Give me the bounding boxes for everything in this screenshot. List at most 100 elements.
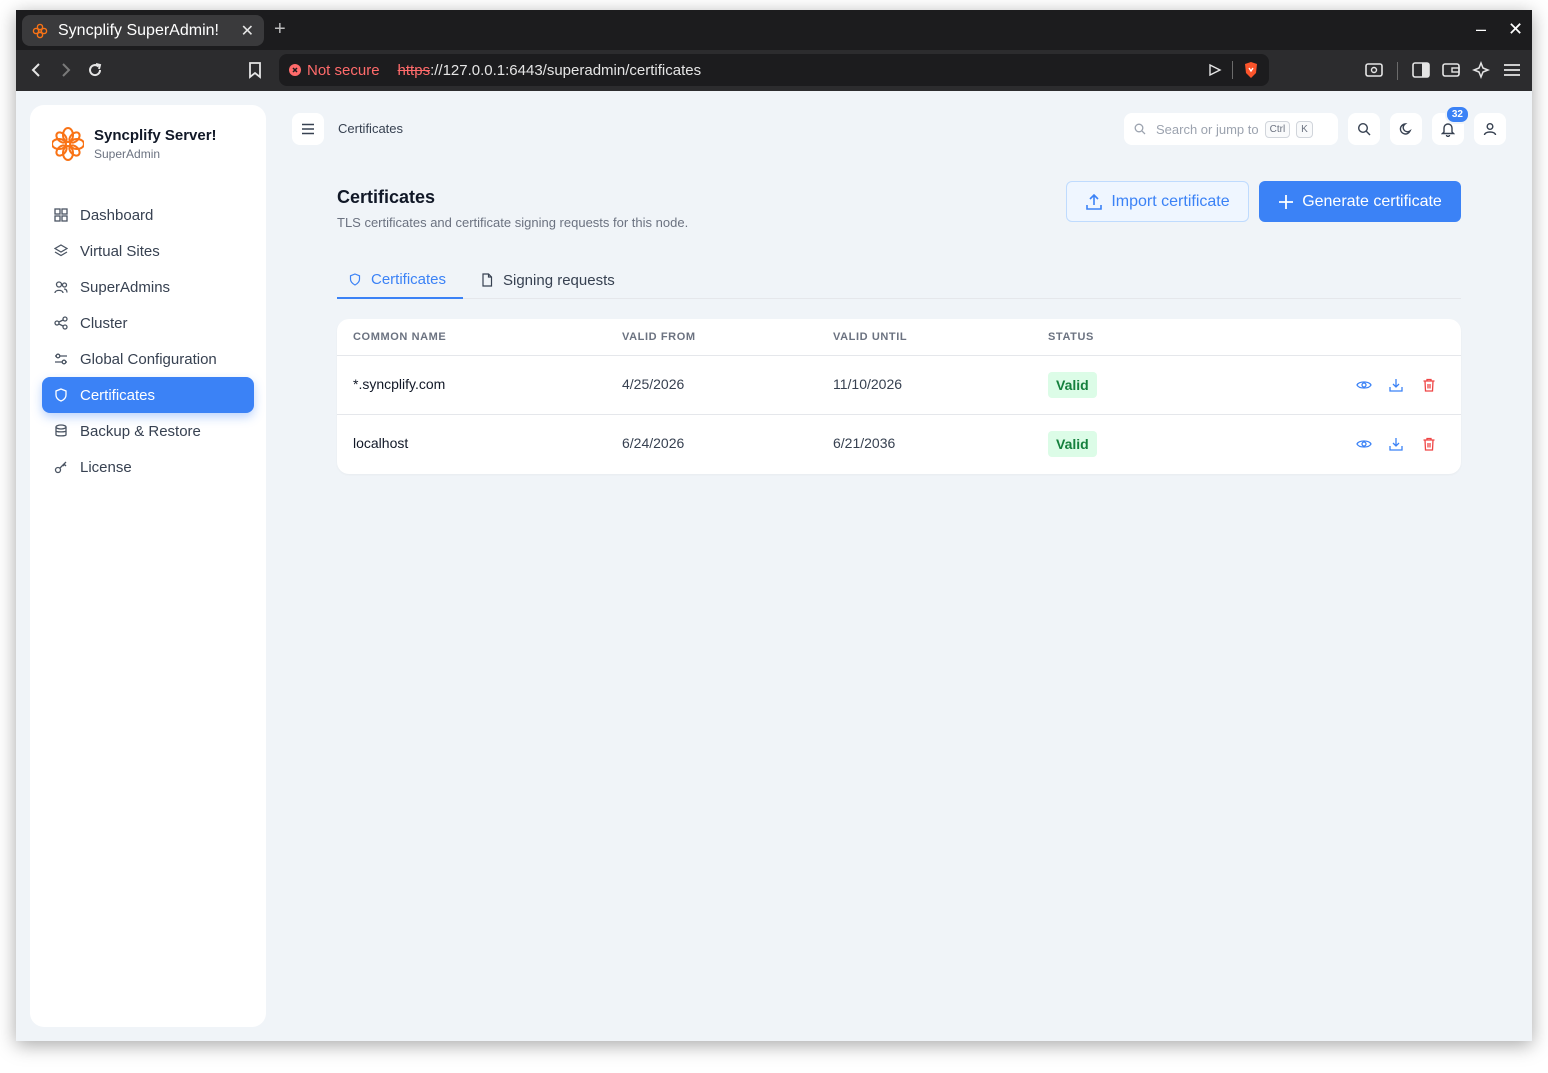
column-header-valid-from: VALID FROM	[622, 331, 696, 343]
reload-icon[interactable]	[84, 59, 106, 81]
tab-certificates[interactable]: Certificates	[337, 261, 463, 299]
menu-icon[interactable]	[1501, 59, 1523, 81]
sidebar-item-label: Cluster	[80, 314, 128, 332]
column-header-valid-until: VALID UNTIL	[833, 331, 908, 343]
search-input[interactable]: Search or jump to Ctrl K	[1124, 113, 1338, 145]
sidebar-item-label: Backup & Restore	[80, 422, 201, 440]
sidebar-item-virtual-sites[interactable]: Virtual Sites	[42, 233, 254, 269]
browser-toolbar: Not secure https ://127.0.0.1:6443/super…	[16, 50, 1532, 91]
browser-tab[interactable]: Syncplify SuperAdmin! ✕	[22, 15, 264, 46]
page-subtitle: TLS certificates and certificate signing…	[337, 215, 689, 230]
ai-sparkle-icon[interactable]	[1470, 59, 1492, 81]
status-badge: Valid	[1048, 431, 1097, 457]
import-certificate-button[interactable]: Import certificate	[1066, 181, 1249, 222]
notification-badge: 32	[1444, 105, 1470, 124]
import-certificate-label: Import certificate	[1111, 192, 1230, 210]
brand-name: Syncplify Server!	[94, 127, 217, 144]
download-icon[interactable]	[1387, 435, 1405, 453]
screenshot-icon[interactable]	[1363, 59, 1385, 81]
new-tab-button[interactable]: +	[274, 18, 286, 40]
tab-strip: Syncplify SuperAdmin! ✕ + – ✕	[16, 10, 1532, 50]
sidebar-item-label: Virtual Sites	[80, 242, 160, 260]
url-path: ://127.0.0.1:6443/superadmin/certificate…	[430, 61, 702, 79]
cell-valid-from: 6/24/2026	[622, 435, 685, 451]
warning-icon	[289, 64, 301, 76]
hamburger-icon	[302, 123, 314, 135]
wallet-icon[interactable]	[1440, 59, 1462, 81]
column-header-common-name: COMMON NAME	[353, 331, 447, 343]
shield-icon	[349, 272, 361, 286]
sidebar-item-label: Certificates	[80, 386, 156, 404]
theme-toggle-button[interactable]	[1390, 113, 1422, 145]
grid-icon	[54, 208, 68, 222]
sidebar-toggle-icon[interactable]	[1410, 59, 1432, 81]
sidebar-item-dashboard[interactable]: Dashboard	[42, 197, 254, 233]
delete-icon[interactable]	[1420, 435, 1438, 453]
sidebar-item-label: License	[80, 458, 132, 476]
brave-shield-icon[interactable]	[1243, 61, 1259, 79]
status-badge: Valid	[1048, 372, 1097, 398]
page-title: Certificates	[337, 187, 436, 207]
user-icon	[1483, 123, 1497, 136]
certificates-table: COMMON NAME VALID FROM VALID UNTIL STATU…	[337, 319, 1461, 474]
close-window-button[interactable]: ✕	[1508, 18, 1523, 40]
view-icon[interactable]	[1355, 435, 1373, 453]
notifications-button[interactable]: 32	[1432, 105, 1470, 145]
url-divider	[1232, 61, 1233, 79]
delete-icon[interactable]	[1420, 376, 1438, 394]
table-row: localhost 6/24/2026 6/21/2036 Valid	[337, 415, 1461, 474]
search-icon	[1357, 122, 1371, 136]
sidebar: Syncplify Server! SuperAdmin Dashboard V…	[30, 105, 266, 1027]
address-bar[interactable]: Not secure https ://127.0.0.1:6443/super…	[279, 54, 1269, 86]
sidebar-item-label: Dashboard	[80, 206, 154, 224]
tab-title: Syncplify SuperAdmin!	[58, 21, 219, 39]
send-icon[interactable]	[1208, 63, 1222, 77]
sidebar-item-label: SuperAdmins	[80, 278, 171, 296]
sidebar-item-license[interactable]: License	[42, 449, 254, 485]
cell-common-name: localhost	[353, 435, 409, 451]
sidebar-toggle-button[interactable]	[292, 113, 324, 145]
search-button[interactable]	[1348, 113, 1380, 145]
minimize-button[interactable]: –	[1476, 18, 1486, 40]
column-header-status: STATUS	[1048, 331, 1094, 343]
download-icon[interactable]	[1387, 376, 1405, 394]
sidebar-item-cluster[interactable]: Cluster	[42, 305, 254, 341]
tab-signing-requests-label: Signing requests	[503, 271, 615, 289]
sidebar-item-global-configuration[interactable]: Global Configuration	[42, 341, 254, 377]
search-icon	[1134, 123, 1146, 135]
user-menu-button[interactable]	[1474, 113, 1506, 145]
breadcrumb: Certificates	[338, 121, 404, 136]
bookmark-icon[interactable]	[244, 59, 266, 81]
back-icon[interactable]	[26, 59, 48, 81]
toolbar-divider	[1397, 62, 1398, 80]
table-header: COMMON NAME VALID FROM VALID UNTIL STATU…	[337, 319, 1461, 356]
shield-icon	[54, 388, 68, 402]
app-page: Syncplify Server! SuperAdmin Dashboard V…	[16, 91, 1532, 1041]
sidebar-item-backup-restore[interactable]: Backup & Restore	[42, 413, 254, 449]
brand[interactable]: Syncplify Server! SuperAdmin	[52, 127, 217, 161]
upload-icon	[1086, 193, 1103, 210]
share-icon	[54, 316, 68, 330]
moon-icon	[1399, 123, 1412, 135]
database-icon	[54, 424, 68, 438]
forward-icon[interactable]	[54, 59, 76, 81]
plus-icon	[1279, 194, 1294, 209]
generate-certificate-button[interactable]: Generate certificate	[1259, 181, 1461, 222]
view-icon[interactable]	[1355, 376, 1373, 394]
key-icon	[54, 460, 68, 474]
file-icon	[482, 273, 493, 287]
sidebar-item-certificates[interactable]: Certificates	[42, 377, 254, 413]
sidebar-item-superadmins[interactable]: SuperAdmins	[42, 269, 254, 305]
sidebar-item-label: Global Configuration	[80, 350, 217, 368]
tab-close-icon[interactable]: ✕	[241, 21, 254, 41]
kbd-ctrl: Ctrl	[1264, 120, 1291, 138]
tab-signing-requests[interactable]: Signing requests	[469, 261, 627, 299]
users-icon	[54, 280, 68, 294]
security-label[interactable]: Not secure	[307, 62, 380, 79]
tab-certificates-label: Certificates	[371, 270, 447, 288]
sidebar-nav: Dashboard Virtual Sites SuperAdmins Clus…	[42, 197, 254, 485]
generate-certificate-label: Generate certificate	[1302, 192, 1442, 210]
cell-common-name: *.syncplify.com	[353, 376, 446, 392]
sliders-icon	[54, 352, 68, 366]
brand-subtitle: SuperAdmin	[94, 147, 161, 161]
